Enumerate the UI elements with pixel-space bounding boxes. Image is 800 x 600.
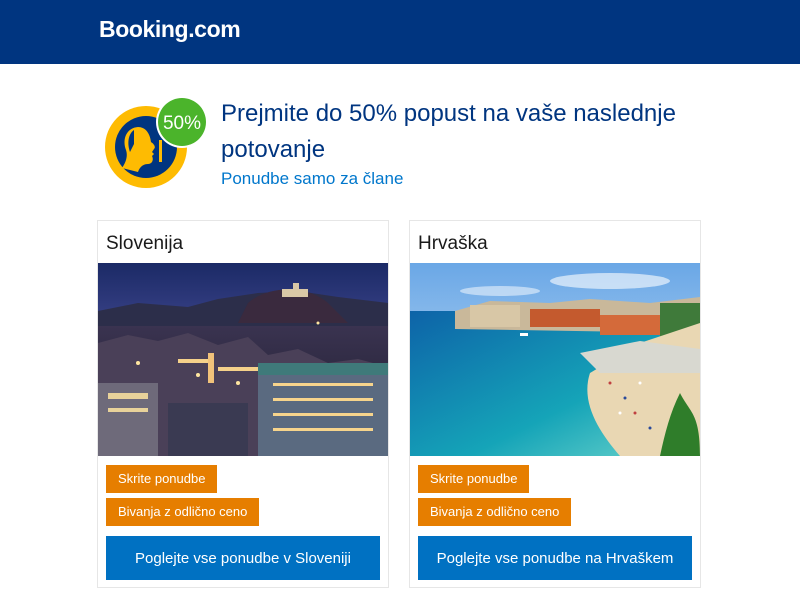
dubrovnik-beach-photo[interactable] (410, 263, 700, 456)
secret-deal-shush-icon: 50% (105, 96, 208, 188)
see-all-deals-button[interactable]: Poglejte vse ponudbe v Sloveniji (106, 536, 380, 580)
great-value-stays-tag: Bivanja z odlično ceno (106, 498, 260, 526)
promo-subtitle[interactable]: Ponudbe samo za člane (221, 169, 403, 189)
hidden-deals-tag: Skrite ponudbe (418, 465, 530, 493)
promo-badge: 50% (104, 94, 208, 190)
promo-title: Prejmite do 50% popust na vaše naslednje… (221, 100, 676, 163)
destination-card-slovenija[interactable]: Slovenija Skrite ponudbe Bivanja z odlič… (97, 220, 389, 588)
badge-percent-label: 50% (163, 113, 201, 134)
great-value-stays-tag: Bivanja z odlično ceno (418, 498, 572, 526)
hidden-deals-tag: Skrite ponudbe (106, 465, 218, 493)
ljubljana-night-photo[interactable] (98, 263, 388, 456)
destination-title[interactable]: Slovenija (106, 233, 183, 255)
booking-logo[interactable]: Booking.com (99, 16, 241, 43)
see-all-deals-button[interactable]: Poglejte vse ponudbe na Hrvaškem (418, 536, 692, 580)
top-header: Booking.com (0, 0, 800, 64)
destination-card-hrvaska[interactable]: Hrvaška Skrite ponudbe Bivanja z odlično… (409, 220, 701, 588)
destination-title[interactable]: Hrvaška (418, 233, 488, 255)
